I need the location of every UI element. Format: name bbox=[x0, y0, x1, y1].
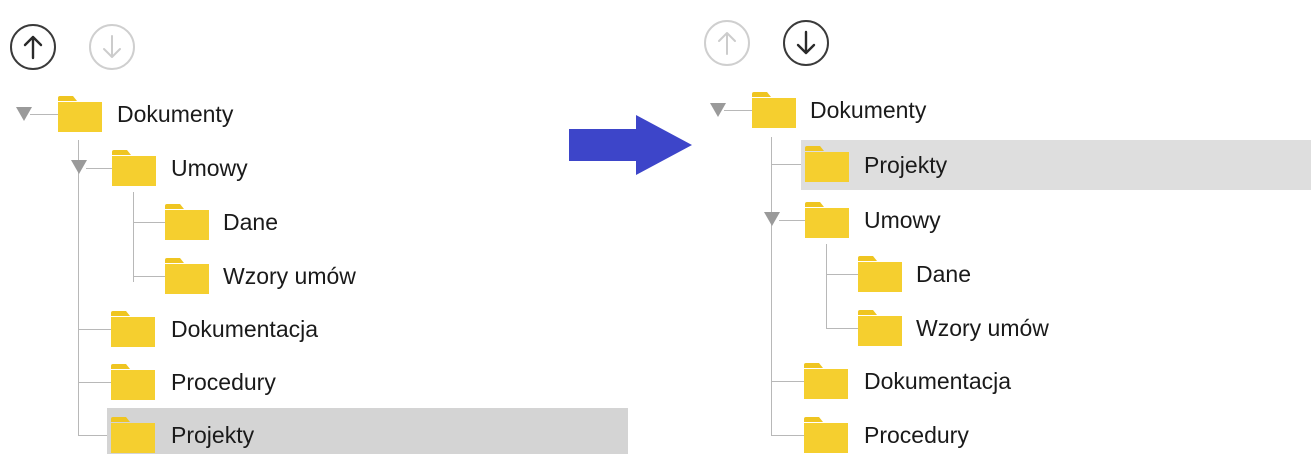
tree-connector bbox=[78, 382, 111, 383]
move-down-button[interactable] bbox=[783, 20, 829, 66]
tree-item-dokumentacja[interactable]: Dokumentacja bbox=[171, 309, 318, 349]
folder-icon bbox=[805, 146, 849, 182]
arrow-down-icon bbox=[796, 30, 816, 55]
tree-connector bbox=[133, 276, 165, 277]
collapse-toggle[interactable] bbox=[16, 107, 32, 121]
arrow-up-icon bbox=[718, 32, 736, 55]
tree-item-wzory-umow[interactable]: Wzory umów bbox=[916, 308, 1049, 348]
tree-item-procedury[interactable]: Procedury bbox=[864, 415, 969, 455]
tree-item-umowy[interactable]: Umowy bbox=[864, 200, 941, 240]
tree-item-wzory-umow[interactable]: Wzory umów bbox=[223, 256, 356, 296]
tree-connector bbox=[133, 192, 134, 282]
arrow-down-icon bbox=[103, 35, 121, 58]
tree-connector bbox=[771, 381, 804, 382]
folder-icon bbox=[804, 363, 848, 399]
move-up-button[interactable] bbox=[10, 24, 56, 70]
folder-icon bbox=[805, 202, 849, 238]
folder-icon bbox=[804, 417, 848, 453]
folder-icon bbox=[858, 310, 902, 346]
folder-icon bbox=[58, 96, 102, 132]
tree-item-dane[interactable]: Dane bbox=[916, 254, 971, 294]
tree-connector bbox=[78, 140, 79, 435]
folder-icon bbox=[752, 92, 796, 128]
tree-connector bbox=[826, 328, 858, 329]
folder-icon bbox=[111, 311, 155, 347]
tree-item-dokumentacja[interactable]: Dokumentacja bbox=[864, 361, 1011, 401]
tree-item-dokumenty[interactable]: Dokumenty bbox=[810, 90, 926, 130]
tree-item-projekty[interactable]: Projekty bbox=[864, 145, 947, 185]
arrow-up-icon bbox=[23, 35, 43, 60]
folder-icon bbox=[112, 150, 156, 186]
folder-icon bbox=[111, 417, 155, 453]
tree-connector bbox=[779, 220, 805, 221]
tree-connector bbox=[826, 244, 827, 329]
tree-connector bbox=[86, 168, 112, 169]
tree-connector bbox=[771, 435, 804, 436]
tree-item-dane[interactable]: Dane bbox=[223, 202, 278, 242]
tree-item-procedury[interactable]: Procedury bbox=[171, 362, 276, 402]
tree-item-umowy[interactable]: Umowy bbox=[171, 148, 248, 188]
tree-connector bbox=[133, 222, 165, 223]
collapse-toggle[interactable] bbox=[71, 160, 87, 174]
tree-connector bbox=[78, 329, 111, 330]
folder-icon bbox=[858, 256, 902, 292]
tree-item-projekty[interactable]: Projekty bbox=[171, 415, 254, 455]
folder-icon bbox=[111, 364, 155, 400]
move-up-button bbox=[704, 20, 750, 66]
tree-connector bbox=[30, 114, 58, 115]
tree-connector bbox=[724, 110, 752, 111]
right-arrow-icon bbox=[569, 115, 692, 175]
move-down-button bbox=[89, 24, 135, 70]
collapse-toggle[interactable] bbox=[710, 103, 726, 117]
tree-connector bbox=[771, 137, 772, 435]
folder-icon bbox=[165, 204, 209, 240]
tree-connector bbox=[826, 274, 858, 275]
folder-icon bbox=[165, 258, 209, 294]
collapse-toggle[interactable] bbox=[764, 212, 780, 226]
tree-connector bbox=[771, 164, 804, 165]
tree-item-dokumenty[interactable]: Dokumenty bbox=[117, 94, 233, 134]
